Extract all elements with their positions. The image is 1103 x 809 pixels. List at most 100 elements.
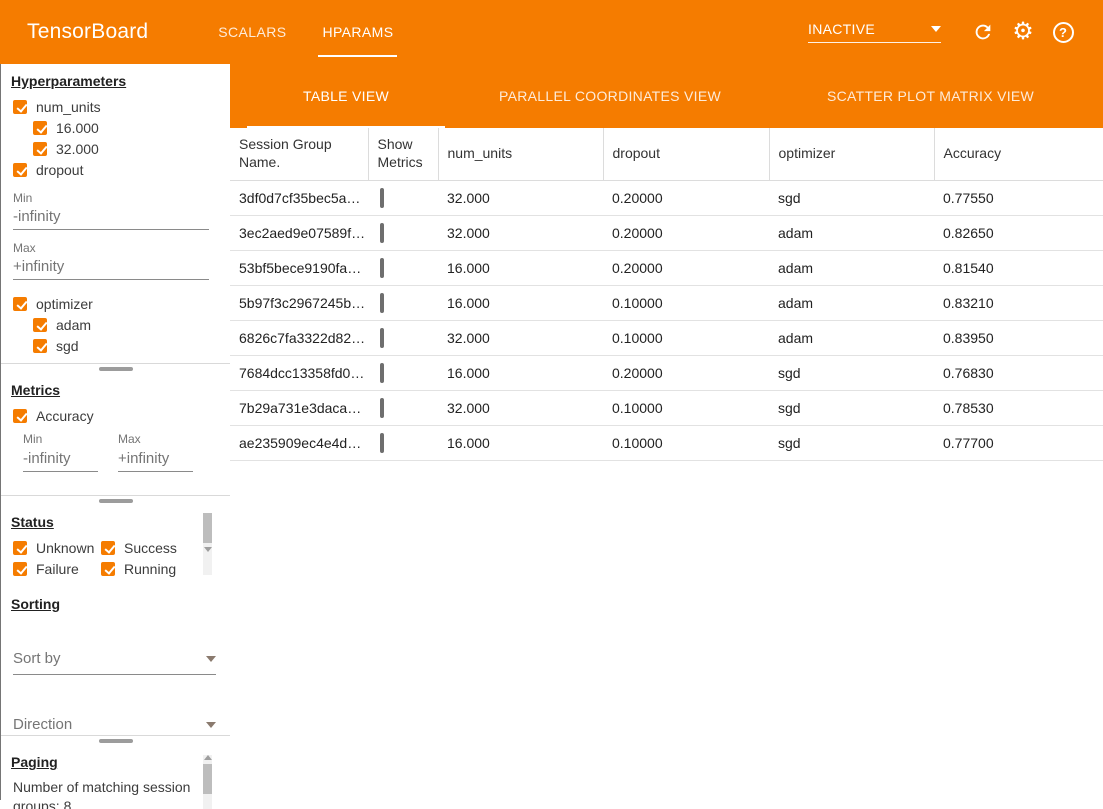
status-checkbox-grid: Unknown Success Failure Running — [1, 537, 230, 579]
show-metrics-checkbox[interactable] — [380, 258, 384, 278]
table-row: 6826c7fa3322d82… 32.000 0.10000 adam 0.8… — [230, 320, 1103, 355]
show-metrics-checkbox[interactable] — [380, 293, 384, 313]
table-row: 7684dcc13358fd0… 16.000 0.20000 sgd 0.76… — [230, 355, 1103, 390]
num-units-checkbox[interactable] — [13, 100, 27, 114]
hparam-optimizer: optimizer — [1, 293, 230, 314]
show-metrics-checkbox[interactable] — [380, 398, 384, 418]
dropout-value: 0.20000 — [603, 215, 769, 250]
sidebar: Hyperparameters num_units 16.000 32.000 … — [0, 64, 230, 800]
failure-label: Failure — [36, 561, 79, 577]
sort-by-dropdown[interactable]: Sort by — [13, 650, 216, 675]
accuracy-value: 0.81540 — [934, 250, 1103, 285]
dropout-min-input[interactable] — [13, 206, 209, 230]
refresh-icon-glyph — [972, 21, 994, 43]
tab-scatter-plot-matrix-view[interactable]: SCATTER PLOT MATRIX VIEW — [758, 64, 1103, 128]
accuracy-checkbox[interactable] — [13, 409, 27, 423]
table-row: ae235909ec4e4d… 16.000 0.10000 sgd 0.777… — [230, 425, 1103, 460]
value-16-label: 16.000 — [56, 120, 99, 136]
header-nav-tabs: SCALARS HPARAMS — [200, 0, 411, 64]
col-optimizer: optimizer — [769, 128, 934, 180]
metric-min-input[interactable] — [23, 448, 98, 472]
optimizer-value: sgd — [769, 180, 934, 215]
scroll-up-icon[interactable] — [204, 755, 212, 760]
status-success: Success — [89, 537, 189, 558]
sgd-label: sgd — [56, 338, 79, 354]
num-units-value: 16.000 — [438, 425, 603, 460]
hyperparameters-section: Hyperparameters num_units 16.000 32.000 … — [1, 64, 230, 364]
table-row: 5b97f3c2967245b… 16.000 0.10000 adam 0.8… — [230, 285, 1103, 320]
session-groups-table: Session Group Name. Show Metrics num_uni… — [230, 128, 1103, 461]
resize-handle[interactable] — [99, 739, 133, 743]
optimizer-checkbox[interactable] — [13, 297, 27, 311]
show-metrics-checkbox[interactable] — [380, 223, 384, 243]
resize-handle[interactable] — [99, 499, 133, 503]
tab-scalars[interactable]: SCALARS — [200, 0, 304, 64]
app-header: TensorBoard SCALARS HPARAMS INACTIVE ⚙ ? — [0, 0, 1103, 64]
dropout-max-label: Max — [13, 241, 230, 255]
optimizer-value: adam — [769, 215, 934, 250]
num-units-value: 32.000 — [438, 180, 603, 215]
paging-scrollbar[interactable] — [203, 755, 212, 809]
show-metrics-checkbox[interactable] — [380, 188, 384, 208]
gear-icon[interactable]: ⚙ — [1003, 12, 1043, 52]
refresh-icon[interactable] — [963, 12, 1003, 52]
success-checkbox[interactable] — [101, 541, 115, 555]
dropout-max-input[interactable] — [13, 256, 209, 280]
matching-groups-text: Number of matching session groups: 8 — [13, 778, 195, 809]
adam-checkbox[interactable] — [33, 318, 47, 332]
success-label: Success — [124, 540, 177, 556]
dropout-checkbox[interactable] — [13, 163, 27, 177]
tab-parallel-coordinates-view[interactable]: PARALLEL COORDINATES VIEW — [462, 64, 758, 128]
resize-handle[interactable] — [99, 367, 133, 371]
table-row: 53bf5bece9190fa… 16.000 0.20000 adam 0.8… — [230, 250, 1103, 285]
value-32-checkbox[interactable] — [33, 142, 47, 156]
value-16-checkbox[interactable] — [33, 121, 47, 135]
chevron-down-icon — [931, 26, 941, 32]
optimizer-value: sgd — [769, 425, 934, 460]
status-heading: Status — [11, 514, 230, 530]
dropout-value: 0.10000 — [603, 425, 769, 460]
show-metrics-checkbox[interactable] — [380, 433, 384, 453]
num-units-label: num_units — [36, 99, 101, 115]
table-row: 3ec2aed9e07589f… 32.000 0.20000 adam 0.8… — [230, 215, 1103, 250]
col-accuracy: Accuracy — [934, 128, 1103, 180]
show-metrics-checkbox[interactable] — [380, 363, 384, 383]
status-sorting-section: Status Unknown Success Failure Running — [1, 505, 230, 736]
tab-table-view[interactable]: TABLE VIEW — [230, 64, 462, 128]
dropout-label: dropout — [36, 162, 83, 178]
paging-heading: Paging — [11, 754, 230, 770]
help-icon-glyph: ? — [1053, 22, 1074, 43]
status-scrollbar[interactable] — [203, 513, 212, 575]
table-row: 7b29a731e3daca… 32.000 0.10000 sgd 0.785… — [230, 390, 1103, 425]
dropout-value: 0.10000 — [603, 390, 769, 425]
running-checkbox[interactable] — [101, 562, 115, 576]
gear-icon-glyph: ⚙ — [1012, 20, 1034, 44]
session-group-name: 53bf5bece9190fa… — [230, 250, 368, 285]
num-units-value: 32.000 — [438, 320, 603, 355]
session-group-name: 3ec2aed9e07589f… — [230, 215, 368, 250]
paging-section: Paging Number of matching session groups… — [1, 745, 230, 809]
tab-hparams[interactable]: HPARAMS — [304, 0, 411, 64]
direction-dropdown[interactable]: Direction — [13, 716, 216, 736]
scroll-down-icon[interactable] — [204, 547, 212, 552]
session-group-name: 3df0d7cf35bec5a… — [230, 180, 368, 215]
metric-minmax: Min Max — [23, 432, 230, 472]
dropout-value: 0.10000 — [603, 285, 769, 320]
unknown-checkbox[interactable] — [13, 541, 27, 555]
paging-scrollbar-thumb[interactable] — [203, 764, 212, 794]
sgd-checkbox[interactable] — [33, 339, 47, 353]
optimizer-label: optimizer — [36, 296, 93, 312]
status-unknown: Unknown — [1, 537, 89, 558]
status-scrollbar-thumb[interactable] — [203, 513, 212, 543]
dropout-value: 0.20000 — [603, 250, 769, 285]
hparam-dropout: dropout — [1, 159, 230, 180]
metric-max-input[interactable] — [118, 448, 193, 472]
show-metrics-checkbox[interactable] — [380, 328, 384, 348]
run-status-dropdown[interactable]: INACTIVE — [808, 21, 941, 43]
session-group-name: 6826c7fa3322d82… — [230, 320, 368, 355]
help-icon[interactable]: ? — [1043, 12, 1083, 52]
status-running: Running — [89, 558, 189, 579]
section-divider — [1, 496, 230, 505]
failure-checkbox[interactable] — [13, 562, 27, 576]
unknown-label: Unknown — [36, 540, 94, 556]
